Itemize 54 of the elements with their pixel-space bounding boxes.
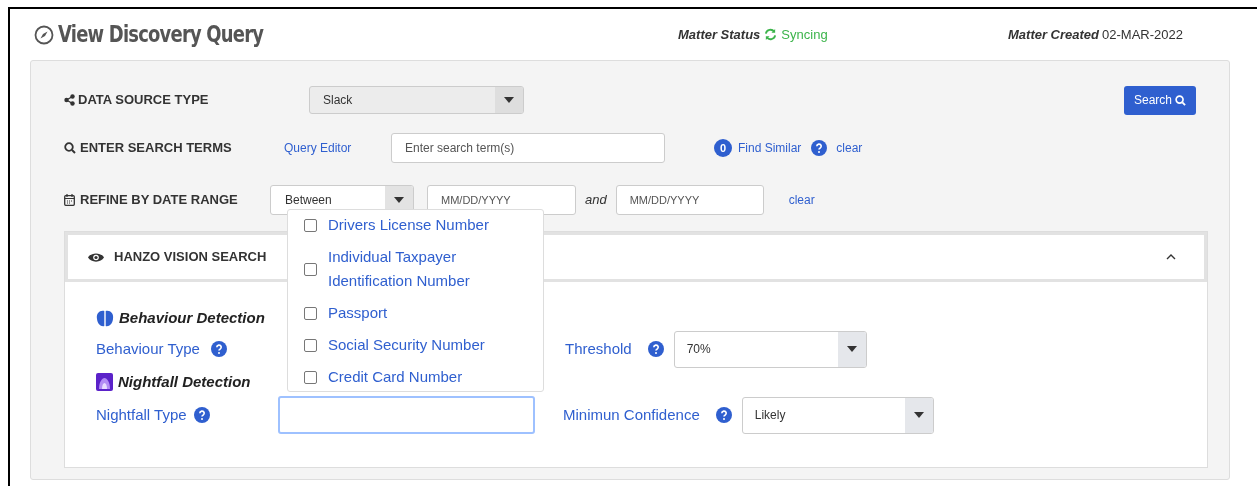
search-icon bbox=[1175, 94, 1186, 106]
field-label: Nightfall Type bbox=[96, 404, 188, 425]
clear-link[interactable]: clear bbox=[788, 191, 815, 209]
checkbox[interactable] bbox=[304, 306, 317, 320]
help-icon[interactable] bbox=[210, 341, 227, 357]
checkbox[interactable] bbox=[304, 218, 317, 232]
eye-icon bbox=[88, 251, 104, 263]
search-field[interactable]: Enter search term(s) bbox=[391, 133, 665, 163]
field-label: Threshold bbox=[564, 338, 632, 359]
brain-icon bbox=[96, 309, 114, 327]
created-label: Matter Created bbox=[1008, 25, 1100, 44]
option-label[interactable]: Credit Card Number bbox=[328, 365, 463, 389]
confidence-select[interactable]: Likely bbox=[741, 396, 934, 434]
field-label: REFINE BY DATE RANGE bbox=[80, 191, 239, 210]
and-label: and bbox=[585, 191, 607, 210]
help-icon[interactable] bbox=[647, 341, 664, 357]
field-label: Minimun Confidence bbox=[563, 404, 700, 425]
checkbox[interactable] bbox=[304, 370, 317, 384]
help-icon[interactable] bbox=[811, 140, 828, 156]
share-icon bbox=[64, 94, 75, 106]
help-icon[interactable] bbox=[715, 407, 732, 423]
nightfall-logo-icon bbox=[96, 373, 113, 391]
search-button[interactable]: Search bbox=[1123, 85, 1196, 115]
subsection-title: Behaviour Detection bbox=[119, 307, 265, 328]
status-value: Syncing bbox=[781, 25, 828, 44]
option-label[interactable]: Social Security Number bbox=[328, 333, 485, 357]
option-label[interactable]: Passport bbox=[328, 301, 388, 325]
date-field[interactable]: MM/DD/YYYY bbox=[615, 185, 764, 215]
field-label: Behaviour Type bbox=[96, 338, 200, 359]
nightfall-type-field[interactable] bbox=[278, 396, 535, 434]
sync-icon bbox=[764, 28, 778, 41]
caret-icon bbox=[504, 97, 514, 103]
count-badge: 0 bbox=[714, 139, 732, 157]
threshold-select[interactable]: 70% bbox=[673, 330, 867, 368]
caret-icon bbox=[394, 197, 404, 203]
clear-link[interactable]: clear bbox=[836, 139, 863, 157]
search-icon bbox=[64, 142, 76, 154]
field-label: ENTER SEARCH TERMS bbox=[80, 139, 233, 158]
status-label: Matter Status bbox=[678, 25, 761, 44]
calendar-icon bbox=[64, 194, 75, 206]
subsection-title: Nightfall Detection bbox=[118, 371, 251, 392]
caret-icon bbox=[913, 412, 924, 418]
checkbox[interactable] bbox=[304, 262, 317, 276]
query-editor-link[interactable]: Query Editor bbox=[284, 139, 391, 157]
created-date: 02-MAR-2022 bbox=[1102, 25, 1183, 44]
field-label: DATA SOURCE TYPE bbox=[78, 91, 210, 110]
compass-icon bbox=[34, 24, 54, 45]
page-title: View Discovery Query bbox=[58, 20, 265, 50]
caret-icon bbox=[846, 346, 857, 352]
help-icon[interactable] bbox=[194, 407, 210, 423]
find-similar-link[interactable]: Find Similar bbox=[738, 139, 802, 157]
data-source-select[interactable]: Slack bbox=[309, 86, 524, 114]
section-title: HANZO VISION SEARCH bbox=[114, 248, 267, 267]
checkbox[interactable] bbox=[304, 338, 317, 352]
